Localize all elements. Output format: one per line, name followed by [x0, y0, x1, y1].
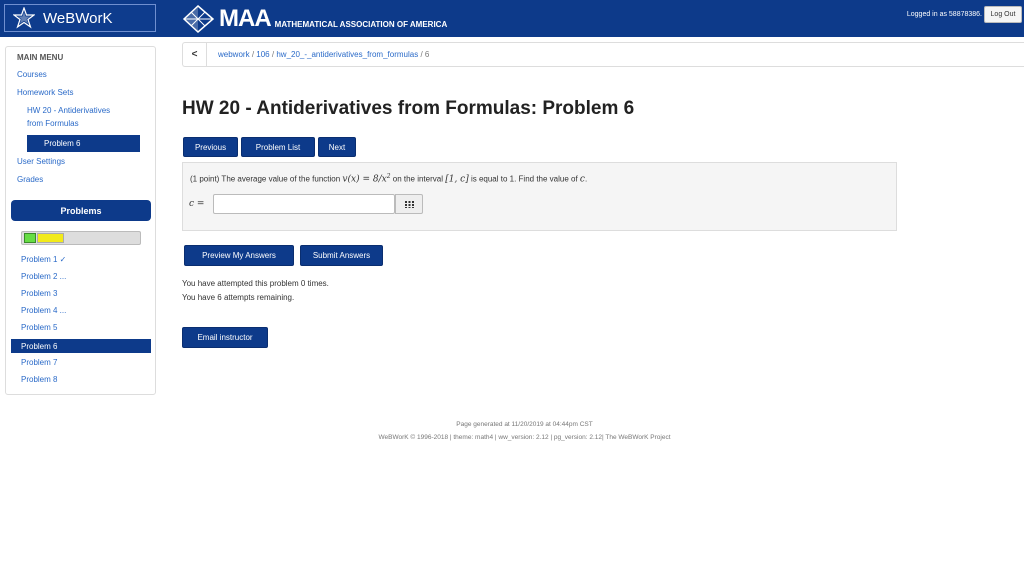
- answer-input[interactable]: [213, 194, 395, 214]
- attempts-made: You have attempted this problem 0 times.: [182, 279, 329, 288]
- breadcrumb-path: webwork / 106 / hw_20_-_antiderivatives_…: [218, 50, 429, 59]
- answer-label: c =: [189, 199, 205, 209]
- page-title: HW 20 - Antiderivatives from Formulas: P…: [182, 98, 635, 119]
- footer: Page generated at 11/20/2019 at 04:44pm …: [0, 418, 1024, 444]
- crumb-sep: /: [271, 50, 275, 59]
- footer-generated: Page generated at 11/20/2019 at 04:44pm …: [456, 421, 593, 428]
- problem-link-2[interactable]: Problem 2 ...: [21, 272, 66, 281]
- crumb-set[interactable]: hw_20_-_antiderivatives_from_formulas: [276, 50, 418, 59]
- back-button[interactable]: <: [183, 43, 207, 66]
- equation-grid-icon: [404, 200, 414, 208]
- progress-incorrect: [37, 233, 64, 243]
- sidebar-item-current-problem[interactable]: Problem 6: [27, 135, 140, 152]
- problem-link-3[interactable]: Problem 3: [21, 289, 57, 298]
- problem-mid: on the interval: [390, 174, 446, 184]
- maa-subtitle: MATHEMATICAL ASSOCIATION OF AMERICA: [274, 20, 448, 29]
- crumb-course[interactable]: 106: [256, 50, 269, 59]
- sidebar-item-user-settings[interactable]: User Settings: [17, 157, 65, 166]
- logout-button[interactable]: Log Out: [984, 6, 1022, 23]
- problem-end: is equal to 1. Find the value of: [468, 174, 580, 184]
- crumb-sep: /: [420, 50, 423, 59]
- current-set-line2: from Formulas: [27, 119, 79, 128]
- webwork-home-link[interactable]: WeBWorK: [4, 4, 156, 32]
- maa-logo[interactable]: MAA MATHEMATICAL ASSOCIATION OF AMERICA: [182, 2, 447, 35]
- sidebar-item-current-set[interactable]: HW 20 - Antiderivatives from Formulas: [27, 104, 142, 130]
- brand-title: WeBWorK: [43, 9, 113, 27]
- crumb-problem: 6: [424, 50, 430, 59]
- submit-row: Preview My Answers Submit Answers: [184, 245, 383, 266]
- problem-link-7[interactable]: Problem 7: [21, 358, 57, 367]
- attempts-info: You have attempted this problem 0 times.…: [182, 277, 329, 305]
- problem-intro: (1 point) The average value of the funct…: [190, 174, 343, 184]
- attempts-remaining: You have 6 attempts remaining.: [182, 293, 295, 302]
- progress-bar: [21, 231, 141, 245]
- footer-credits: WeBWorK © 1996-2018 | theme: math4 | ww_…: [378, 434, 671, 441]
- problem-function: v(x) = 8/x: [342, 174, 387, 185]
- problem-link-1[interactable]: Problem 1 ✓: [21, 255, 66, 264]
- problem-statement: (1 point) The average value of the funct…: [190, 173, 587, 185]
- webwork-star-icon: [13, 7, 35, 29]
- current-set-line1: HW 20 - Antiderivatives: [27, 106, 111, 115]
- problem-panel: (1 point) The average value of the funct…: [182, 162, 897, 231]
- previous-button[interactable]: Previous: [183, 137, 238, 157]
- problem-link-4[interactable]: Problem 4 ...: [21, 306, 66, 315]
- problem-period: .: [584, 174, 588, 184]
- crumb-sep: /: [251, 50, 255, 59]
- preview-answers-button[interactable]: Preview My Answers: [184, 245, 294, 266]
- breadcrumb: < webwork / 106 / hw_20_-_antiderivative…: [182, 42, 1024, 67]
- maa-wordmark: MAA: [219, 4, 272, 32]
- main-menu-title: MAIN MENU: [17, 53, 64, 62]
- email-instructor-button[interactable]: Email instructor: [182, 327, 268, 348]
- problem-nav: Previous Problem List Next: [183, 137, 356, 157]
- progress-correct: [24, 233, 36, 243]
- next-button[interactable]: Next: [318, 137, 356, 157]
- problem-list-button[interactable]: Problem List: [241, 137, 315, 157]
- problems-header: Problems: [11, 200, 151, 221]
- problem-interval: [1, c]: [445, 174, 469, 185]
- sidebar-item-homework-sets[interactable]: Homework Sets: [17, 88, 73, 97]
- equation-editor-button[interactable]: [395, 194, 423, 214]
- logged-in-status: Logged in as 58878386.: [906, 11, 982, 18]
- sidebar: MAIN MENU Courses Homework Sets HW 20 - …: [5, 46, 156, 395]
- sidebar-item-courses[interactable]: Courses: [17, 70, 47, 79]
- back-chevron-icon: <: [191, 49, 198, 60]
- problem-link-6[interactable]: Problem 6: [11, 339, 151, 353]
- submit-answers-button[interactable]: Submit Answers: [300, 245, 383, 266]
- maa-logo-icon: [182, 4, 215, 33]
- crumb-webwork[interactable]: webwork: [218, 50, 250, 59]
- problem-link-8[interactable]: Problem 8: [21, 375, 57, 384]
- sidebar-item-grades[interactable]: Grades: [17, 175, 43, 184]
- problem-link-5[interactable]: Problem 5: [21, 323, 57, 332]
- top-banner: WeBWorK MAA MATHEMATICAL ASSOCIATION OF …: [0, 0, 1024, 37]
